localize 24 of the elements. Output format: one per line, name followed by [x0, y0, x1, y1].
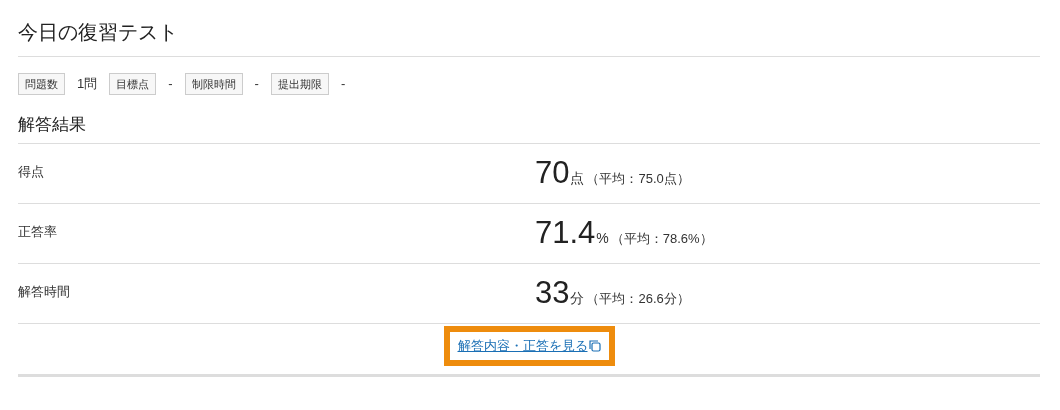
- section-heading: 解答結果: [18, 114, 87, 136]
- result-average: （平均：78.6%）: [610, 230, 713, 249]
- info-tag: 制限時間: [184, 73, 243, 95]
- result-label: 解答時間: [18, 282, 71, 301]
- result-label: 得点: [18, 162, 45, 181]
- page-title: 今日の復習テスト: [18, 20, 179, 45]
- copy-icon: [588, 339, 601, 352]
- result-unit: %: [596, 229, 609, 249]
- info-tag: 問題数: [18, 73, 65, 95]
- info-value: -: [168, 75, 173, 94]
- info-value: -: [340, 75, 346, 94]
- result-value: 33: [535, 274, 570, 313]
- info-value: 1問: [77, 75, 98, 94]
- result-unit: 点: [570, 169, 585, 189]
- result-average: （平均：75.0点）: [586, 170, 690, 189]
- info-value: -: [254, 75, 259, 94]
- answers-link[interactable]: 解答内容・正答を見る: [457, 336, 601, 356]
- result-value: 71.4: [535, 214, 596, 253]
- result-label: 正答率: [18, 222, 58, 241]
- info-tag: 目標点: [109, 73, 157, 95]
- info-tag: 提出期限: [270, 73, 329, 95]
- result-unit: 分: [570, 289, 585, 309]
- result-average: （平均：26.6分）: [586, 290, 690, 309]
- result-value: 70: [535, 154, 570, 193]
